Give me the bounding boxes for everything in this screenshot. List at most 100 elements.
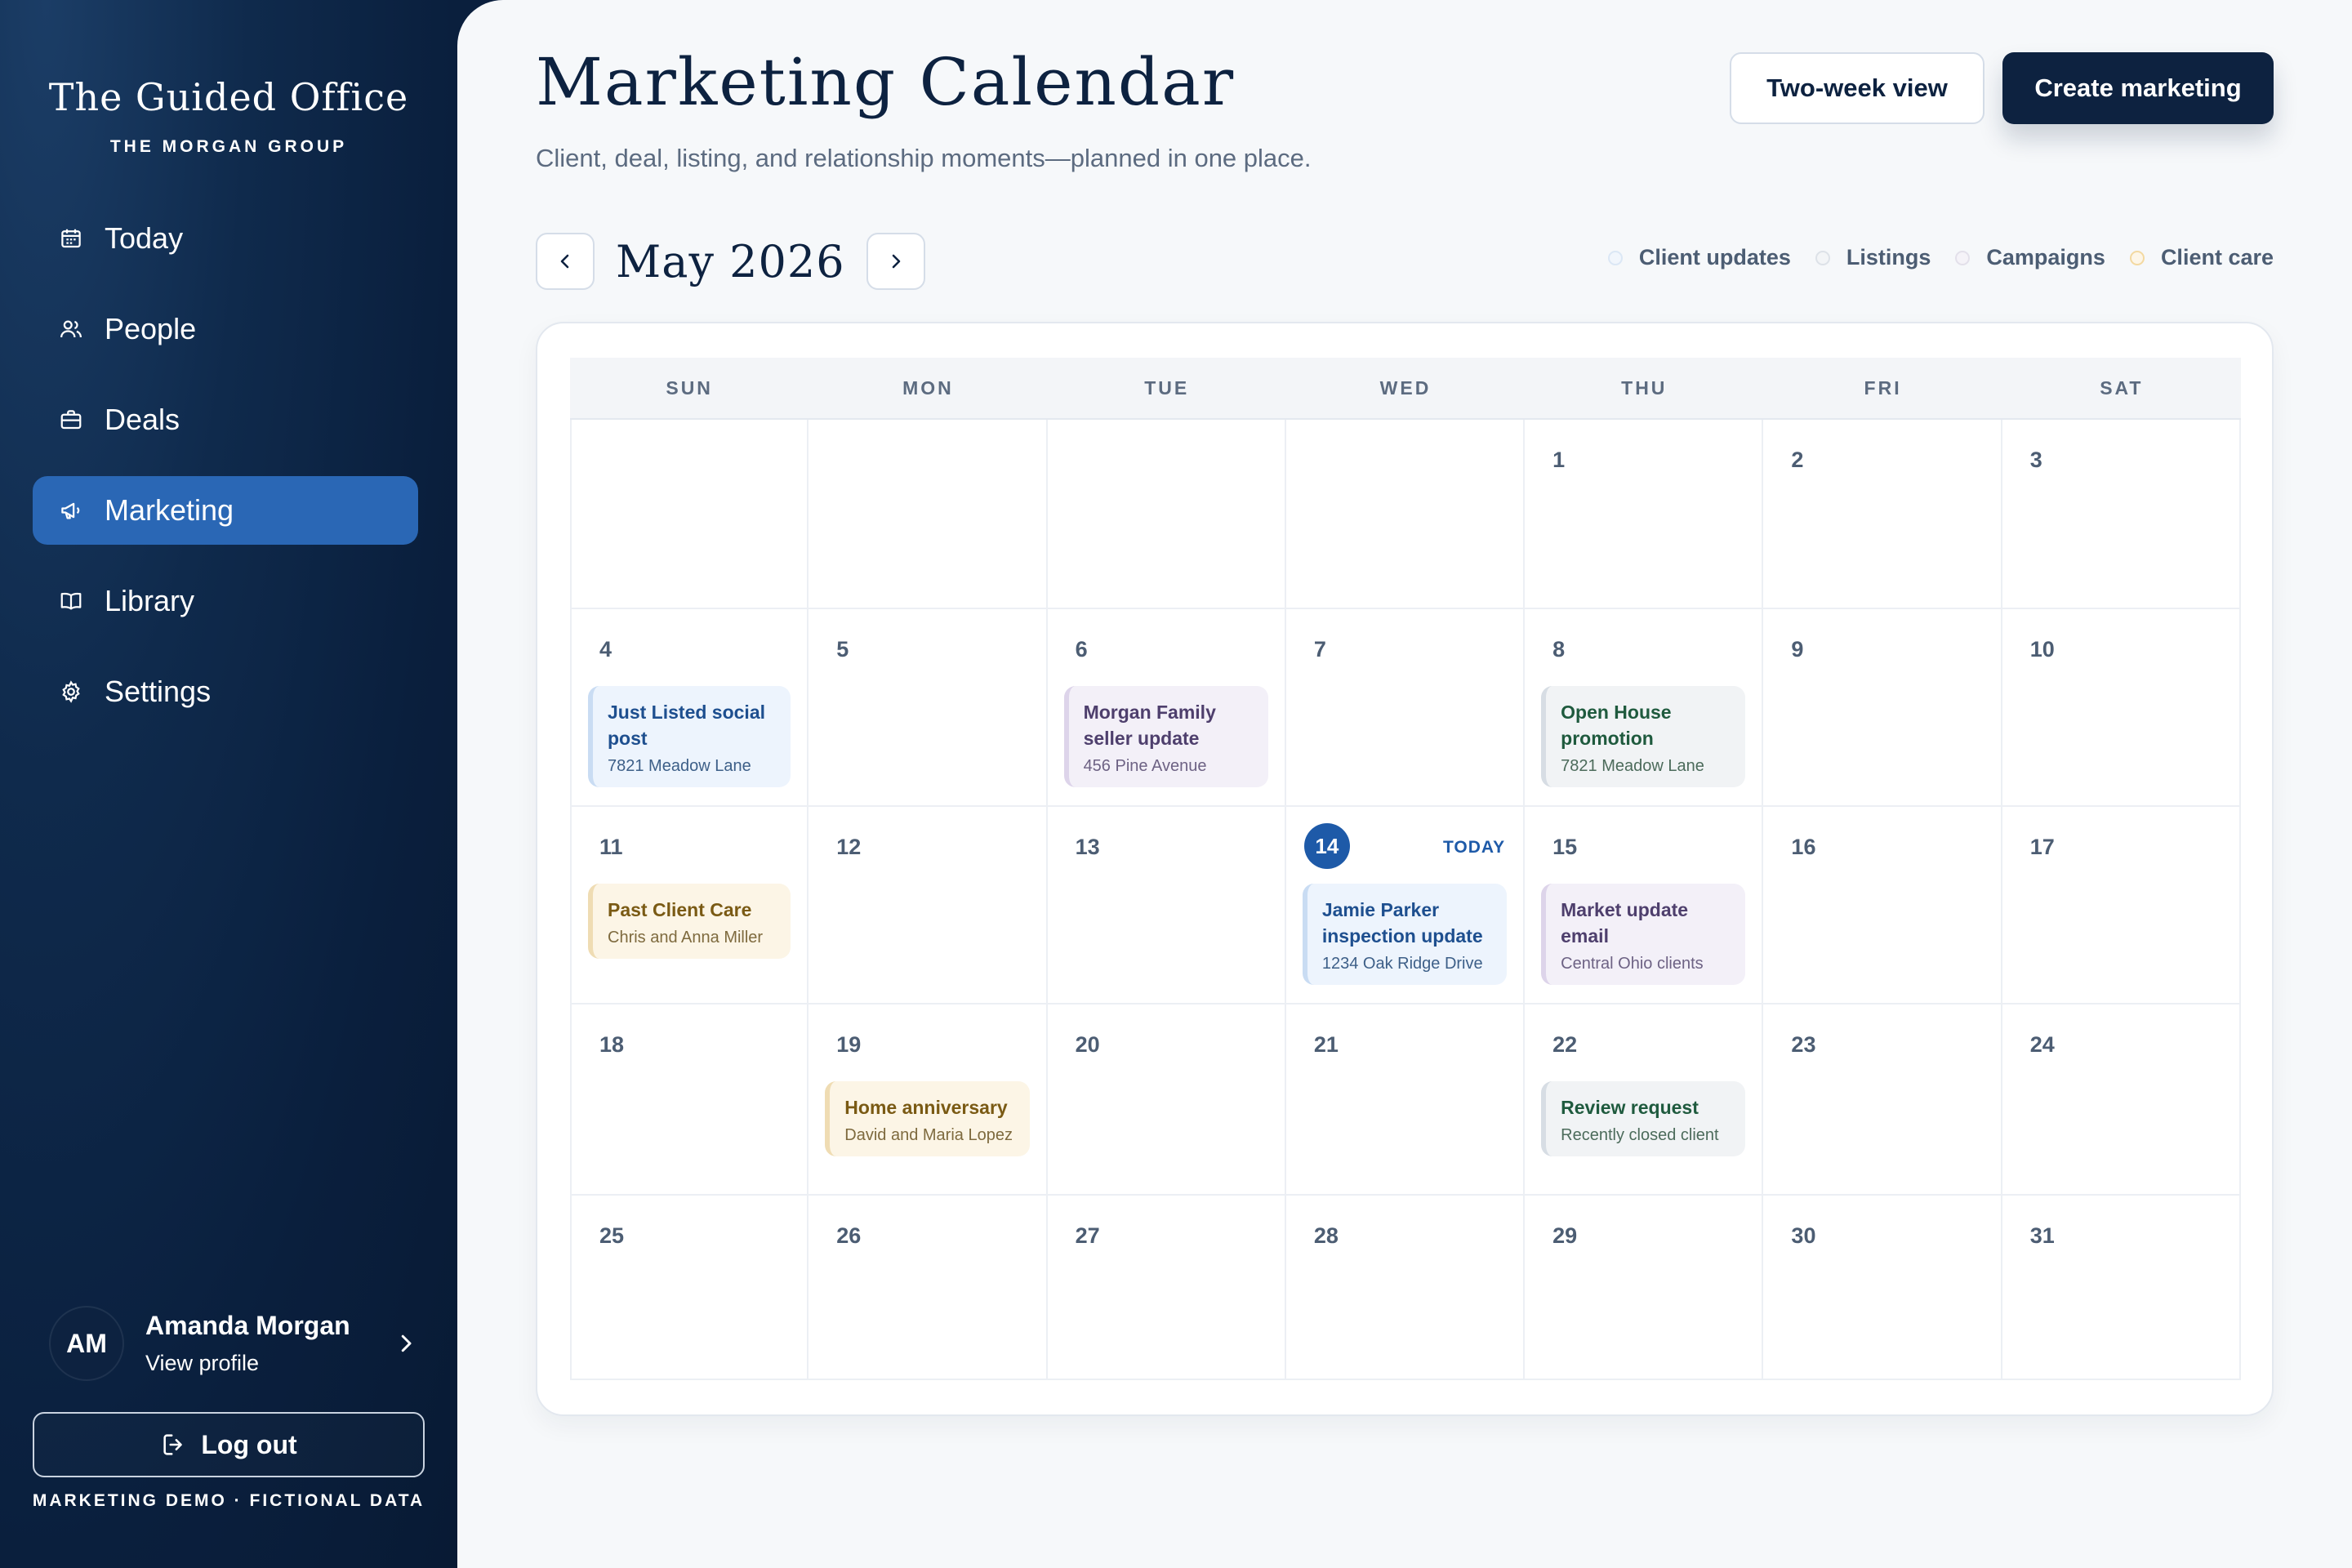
event-title: Just Listed social post	[608, 702, 766, 749]
day-number: 8	[1552, 637, 1566, 662]
day-number: 1	[1552, 448, 1566, 472]
event-card[interactable]: Jamie Parker inspection update 1234 Oak …	[1302, 884, 1508, 985]
calendar-day[interactable]: 20	[1047, 1004, 1286, 1196]
calendar-day[interactable]: 30	[1763, 1196, 2002, 1380]
weekday-label: FRI	[1864, 376, 1902, 399]
weekday-label: WED	[1379, 376, 1432, 399]
legend-dot	[1815, 250, 1830, 265]
calendar-day[interactable]: 15 Market update email Central Ohio clie…	[1525, 807, 1764, 1004]
chevron-right-icon[interactable]	[394, 1327, 418, 1360]
calendar-day[interactable]: 21	[1285, 1004, 1526, 1196]
calendar-day[interactable]: 3	[2002, 420, 2241, 609]
calendar-day[interactable]: 6 Morgan Family seller update 456 Pine A…	[1047, 609, 1286, 807]
sidebar-item-settings[interactable]: Settings	[33, 657, 418, 726]
day-number: 17	[2029, 835, 2055, 859]
day-number: 3	[2029, 448, 2042, 472]
day-number: 19	[836, 1032, 862, 1057]
month-navigation: May 2026	[536, 232, 925, 291]
event-subtitle: 1234 Oak Ridge Drive	[1321, 955, 1483, 973]
event-card[interactable]: Open House promotion 7821 Meadow Lane	[1541, 686, 1746, 787]
calendar-day[interactable]: 22 Review request Recently closed client	[1525, 1004, 1764, 1196]
calendar-day[interactable]: 1	[1525, 420, 1764, 609]
footer-note: MARKETING DEMO · FICTIONAL DATA	[32, 1491, 425, 1510]
event-card[interactable]: Morgan Family seller update 456 Pine Ave…	[1063, 686, 1268, 787]
event-subtitle: 456 Pine Avenue	[1083, 757, 1207, 775]
create-marketing-button[interactable]: Create marketing	[2002, 52, 2274, 124]
calendar-day[interactable]: 2	[1763, 420, 2002, 609]
sidebar-item-library[interactable]: Library	[33, 567, 418, 635]
calendar-day[interactable]: 29	[1525, 1196, 1764, 1380]
calendar-day[interactable]: 24	[2002, 1004, 2241, 1196]
calendar-day[interactable]: 4 Just Listed social post 7821 Meadow La…	[570, 609, 809, 807]
day-number: 4	[599, 637, 612, 662]
legend-label: Listings	[1846, 245, 1931, 270]
sidebar-item-label: Library	[105, 584, 195, 617]
sidebar-item-label: Settings	[105, 675, 212, 708]
day-number: 27	[1075, 1223, 1100, 1248]
calendar-day[interactable]: 5	[808, 609, 1048, 807]
calendar-day[interactable]: 19 Home anniversary David and Maria Lope…	[808, 1004, 1048, 1196]
calendar-day[interactable]: 26	[808, 1196, 1048, 1380]
sidebar-item-label: Deals	[105, 403, 180, 436]
day-number: 18	[599, 1032, 625, 1057]
event-card[interactable]: Market update email Central Ohio clients	[1541, 884, 1746, 985]
event-title: Jamie Parker inspection update	[1321, 899, 1483, 947]
event-title: Morgan Family seller update	[1083, 702, 1216, 749]
legend-item-client-updates: Client updates	[1607, 245, 1791, 270]
page-title: Marketing Calendar	[536, 44, 1236, 120]
calendar-day[interactable]: 9	[1763, 609, 2002, 807]
weekday-label: SAT	[2100, 376, 2144, 399]
calendar-day[interactable]: 10	[2002, 609, 2241, 807]
calendar-day[interactable]: 17	[2002, 807, 2241, 1004]
calendar-day-empty	[570, 420, 809, 609]
event-card[interactable]: Home anniversary David and Maria Lopez	[825, 1081, 1030, 1156]
calendar-day[interactable]: 8 Open House promotion 7821 Meadow Lane	[1525, 609, 1764, 807]
legend-item-listings: Listings	[1815, 245, 1931, 270]
event-subtitle: 7821 Meadow Lane	[608, 757, 751, 775]
event-title: Home anniversary	[844, 1097, 1008, 1118]
book-icon	[57, 587, 85, 615]
day-number: 22	[1552, 1032, 1578, 1057]
calendar-day[interactable]: 27	[1047, 1196, 1286, 1380]
event-card[interactable]: Past Client Care Chris and Anna Miller	[588, 884, 791, 959]
previous-month-button[interactable]	[536, 233, 595, 290]
calendar-day[interactable]: 31	[2002, 1196, 2241, 1380]
calendar-day-empty	[1285, 420, 1526, 609]
event-card[interactable]: Just Listed social post 7821 Meadow Lane	[588, 686, 791, 787]
sidebar-item-today[interactable]: Today	[33, 204, 418, 273]
profile-card[interactable]: AM Amanda Morgan View profile	[51, 1307, 418, 1380]
sidebar-item-deals[interactable]: Deals	[33, 385, 418, 454]
calendar-day[interactable]: 12	[808, 807, 1048, 1004]
sidebar-nav: Today People Deals Marketing Library Set…	[33, 204, 418, 748]
next-month-button[interactable]	[866, 233, 925, 290]
brand: The Guided Office THE MORGAN GROUP	[0, 75, 457, 157]
sidebar-item-people[interactable]: People	[33, 295, 418, 363]
calendar-day[interactable]: 13	[1047, 807, 1286, 1004]
sidebar-item-marketing[interactable]: Marketing	[33, 476, 418, 545]
day-number: 6	[1075, 637, 1088, 662]
calendar-day[interactable]: 23	[1763, 1004, 2002, 1196]
weekday-label: SUN	[666, 376, 713, 399]
calendar-day-empty	[1047, 420, 1286, 609]
event-title: Past Client Care	[608, 899, 752, 920]
calendar-day[interactable]: 7	[1285, 609, 1526, 807]
logout-button[interactable]: Log out	[33, 1412, 425, 1477]
two-week-view-button[interactable]: Two-week view	[1730, 52, 1984, 124]
today-day-number: 14	[1303, 823, 1350, 869]
legend-item-client-care: Client care	[2129, 245, 2274, 270]
gear-icon	[57, 678, 85, 706]
day-number: 5	[836, 637, 849, 662]
day-number: 2	[1791, 448, 1804, 472]
month-label: May 2026	[616, 235, 845, 287]
weekday-label: TUE	[1144, 376, 1190, 399]
calendar-day-today[interactable]: 14 TODAY Jamie Parker inspection update …	[1285, 807, 1526, 1004]
event-subtitle: Recently closed client	[1561, 1126, 1719, 1144]
calendar-day[interactable]: 11 Past Client Care Chris and Anna Mille…	[570, 807, 809, 1004]
view-profile-link[interactable]: View profile	[145, 1351, 394, 1376]
chevron-right-icon	[892, 254, 900, 269]
calendar-day[interactable]: 18	[570, 1004, 809, 1196]
event-card[interactable]: Review request Recently closed client	[1541, 1081, 1746, 1156]
calendar-day[interactable]: 16	[1763, 807, 2002, 1004]
calendar-day[interactable]: 25	[570, 1196, 809, 1380]
calendar-day[interactable]: 28	[1285, 1196, 1526, 1380]
